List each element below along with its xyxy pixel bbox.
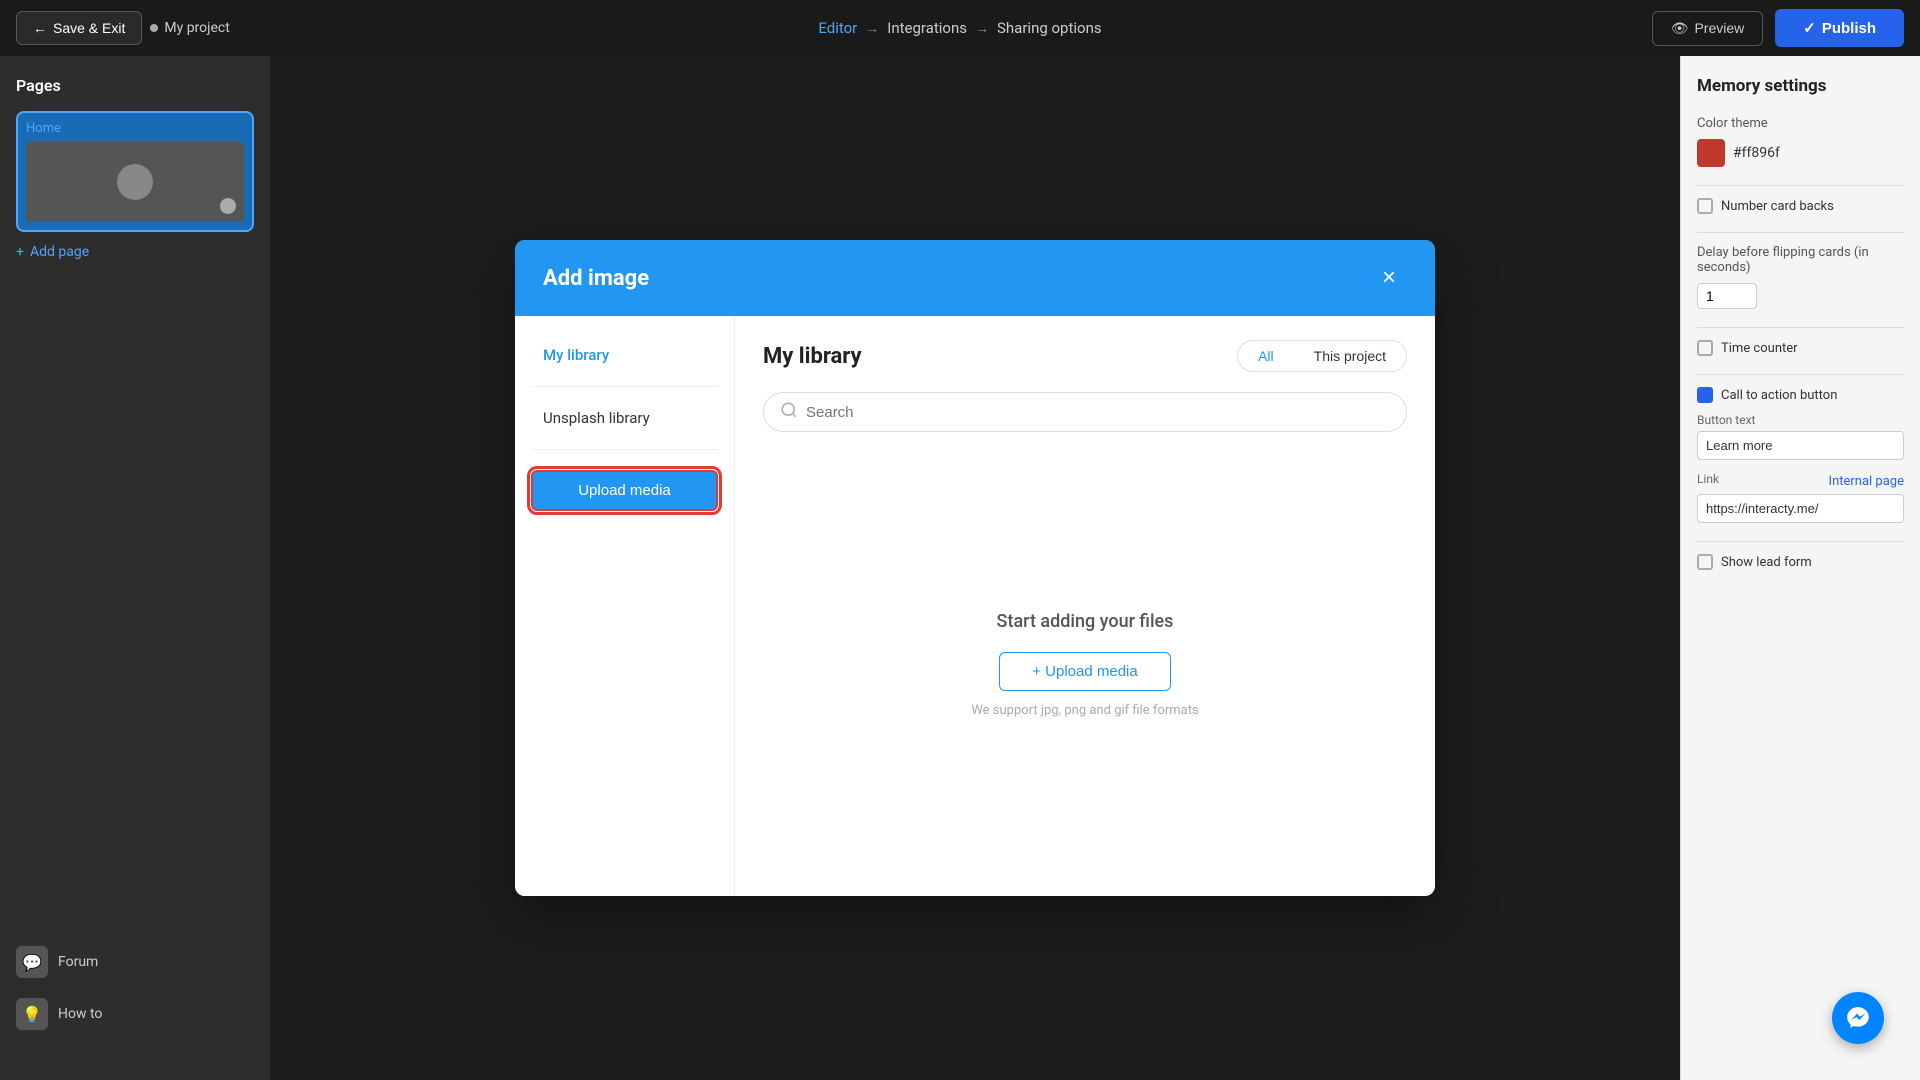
forum-icon: 💬 (16, 946, 48, 978)
panel-divider-2 (1697, 232, 1904, 233)
right-panel: Memory settings Color theme #ff896f Numb… (1680, 56, 1920, 1080)
time-counter-toggle[interactable] (1697, 340, 1713, 356)
arrow-left-icon: ← (33, 20, 47, 36)
filter-this-project-button[interactable]: This project (1294, 341, 1406, 371)
number-card-backs-toggle[interactable] (1697, 198, 1713, 214)
modal-header: Add image × (515, 240, 1435, 316)
sidebar-forum-item[interactable]: 💬 Forum (16, 936, 254, 988)
search-icon (780, 401, 798, 423)
color-row: #ff896f (1697, 139, 1904, 167)
howto-icon: 💡 (16, 998, 48, 1030)
page-card-label: Home (26, 121, 244, 136)
empty-state: Start adding your files + Upload media W… (763, 456, 1407, 872)
nav-sharing-options[interactable]: Sharing options (997, 19, 1102, 37)
sidebar-howto-item[interactable]: 💡 How to (16, 988, 254, 1040)
empty-state-hint: We support jpg, png and gif file formats (971, 703, 1198, 718)
topbar: ← Save & Exit My project Editor → Integr… (0, 0, 1920, 56)
color-theme-label: Color theme (1697, 116, 1904, 131)
color-value: #ff896f (1733, 145, 1780, 161)
delay-label: Delay before flipping cards (in seconds) (1697, 245, 1904, 275)
internal-page-link[interactable]: Internal page (1829, 474, 1904, 489)
delay-section: Delay before flipping cards (in seconds) (1697, 245, 1904, 309)
thumb-dot (220, 198, 236, 214)
modal-nav-divider-2 (531, 449, 718, 450)
plus-icon: + (16, 244, 24, 260)
link-input[interactable] (1697, 494, 1904, 523)
show-lead-form-row: Show lead form (1697, 554, 1904, 570)
time-counter-row: Time counter (1697, 340, 1904, 356)
modal-sidebar: My library Unsplash library Upload media (515, 316, 735, 896)
search-bar (763, 392, 1407, 432)
number-card-backs-label: Number card backs (1721, 199, 1834, 214)
dot-indicator (150, 24, 158, 32)
link-row: Link Internal page (1697, 472, 1904, 490)
color-swatch[interactable] (1697, 139, 1725, 167)
preview-button[interactable]: 👁 Preview (1652, 11, 1764, 46)
show-lead-form-label: Show lead form (1721, 555, 1812, 570)
search-input[interactable] (806, 404, 1390, 421)
page-card-home[interactable]: Home (16, 111, 254, 232)
modal-nav-unsplash[interactable]: Unsplash library (531, 399, 718, 437)
color-theme-section: Color theme #ff896f (1697, 116, 1904, 167)
upload-media-center-button[interactable]: + Upload media (999, 652, 1170, 691)
number-card-backs-row: Number card backs (1697, 198, 1904, 214)
modal-main-content: My library All This project (735, 316, 1435, 896)
project-name: My project (150, 20, 229, 36)
panel-divider-5 (1697, 541, 1904, 542)
nav-editor[interactable]: Editor (818, 19, 857, 37)
empty-state-title: Start adding your files (997, 611, 1174, 632)
modal-content-title: My library (763, 344, 862, 369)
page-card-thumbnail (26, 142, 244, 222)
main-layout: Pages Home + Add page 💬 Forum 💡 How to (0, 56, 1920, 1080)
panel-title: Memory settings (1697, 76, 1904, 96)
topbar-center-nav: Editor → Integrations → Sharing options (818, 19, 1101, 37)
thumb-circle (117, 164, 153, 200)
cta-button-toggle[interactable] (1697, 387, 1713, 403)
panel-divider-1 (1697, 185, 1904, 186)
upload-media-sidebar-button[interactable]: Upload media (531, 470, 718, 511)
arrow-right-icon-2: → (975, 20, 989, 37)
eye-icon: 👁 (1671, 20, 1689, 37)
modal-title: Add image (543, 266, 649, 291)
messenger-fab[interactable] (1832, 992, 1884, 1044)
checkmark-icon: ✓ (1803, 19, 1816, 37)
pages-sidebar: Pages Home + Add page 💬 Forum 💡 How to (0, 56, 270, 1080)
modal-nav-divider (531, 386, 718, 387)
sidebar-bottom: 💬 Forum 💡 How to (0, 936, 270, 1040)
modal-content-header: My library All This project (763, 340, 1407, 372)
panel-divider-3 (1697, 327, 1904, 328)
time-counter-label: Time counter (1721, 341, 1798, 356)
cta-section: Call to action button Button text Link I… (1697, 387, 1904, 523)
number-card-backs-section: Number card backs (1697, 198, 1904, 214)
add-image-modal: Add image × My library Unsplash library … (515, 240, 1435, 896)
add-page-button[interactable]: + Add page (16, 244, 254, 260)
show-lead-form-section: Show lead form (1697, 554, 1904, 570)
modal-nav-my-library[interactable]: My library (531, 336, 718, 374)
modal-close-button[interactable]: × (1371, 260, 1407, 296)
filter-all-button[interactable]: All (1238, 341, 1294, 371)
time-counter-section: Time counter (1697, 340, 1904, 356)
show-lead-form-toggle[interactable] (1697, 554, 1713, 570)
filter-group: All This project (1237, 340, 1407, 372)
nav-integrations[interactable]: Integrations (887, 19, 967, 37)
delay-input[interactable] (1697, 283, 1757, 309)
panel-divider-4 (1697, 374, 1904, 375)
link-label: Link (1697, 472, 1719, 486)
save-exit-button[interactable]: ← Save & Exit (16, 11, 142, 45)
pages-sidebar-title: Pages (16, 76, 254, 95)
publish-button[interactable]: ✓ Publish (1775, 9, 1904, 47)
cta-button-label: Call to action button (1721, 388, 1837, 403)
topbar-right: 👁 Preview ✓ Publish (1652, 9, 1904, 47)
button-text-sublabel: Button text (1697, 413, 1904, 427)
modal-body: My library Unsplash library Upload media… (515, 316, 1435, 896)
cta-button-row: Call to action button (1697, 387, 1904, 403)
button-text-input[interactable] (1697, 431, 1904, 460)
topbar-left: ← Save & Exit My project (16, 11, 230, 45)
center-content: Add image × My library Unsplash library … (270, 56, 1680, 1080)
arrow-right-icon: → (865, 20, 879, 37)
